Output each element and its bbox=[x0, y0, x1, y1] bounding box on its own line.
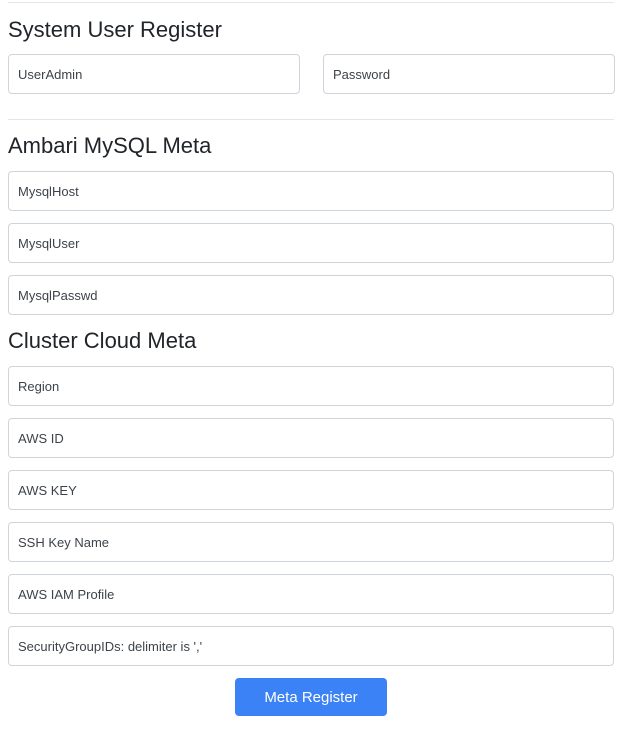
top-divider bbox=[8, 2, 614, 3]
system-user-section-title: System User Register bbox=[8, 17, 222, 42]
ambari-mysql-section-title: Ambari MySQL Meta bbox=[8, 133, 212, 158]
mysql-user-input[interactable] bbox=[8, 223, 614, 263]
security-group-ids-input[interactable] bbox=[8, 626, 614, 666]
user-admin-input[interactable] bbox=[8, 54, 300, 94]
meta-register-button[interactable]: Meta Register bbox=[235, 678, 387, 716]
password-input[interactable] bbox=[323, 54, 615, 94]
section-divider bbox=[8, 119, 614, 120]
region-input[interactable] bbox=[8, 366, 614, 406]
mysql-passwd-input[interactable] bbox=[8, 275, 614, 315]
aws-id-input[interactable] bbox=[8, 418, 614, 458]
ssh-key-name-input[interactable] bbox=[8, 522, 614, 562]
meta-register-form: System User Register Ambari MySQL Meta C… bbox=[0, 0, 625, 750]
aws-iam-profile-input[interactable] bbox=[8, 574, 614, 614]
cluster-cloud-section-title: Cluster Cloud Meta bbox=[8, 328, 197, 353]
aws-key-input[interactable] bbox=[8, 470, 614, 510]
mysql-host-input[interactable] bbox=[8, 171, 614, 211]
